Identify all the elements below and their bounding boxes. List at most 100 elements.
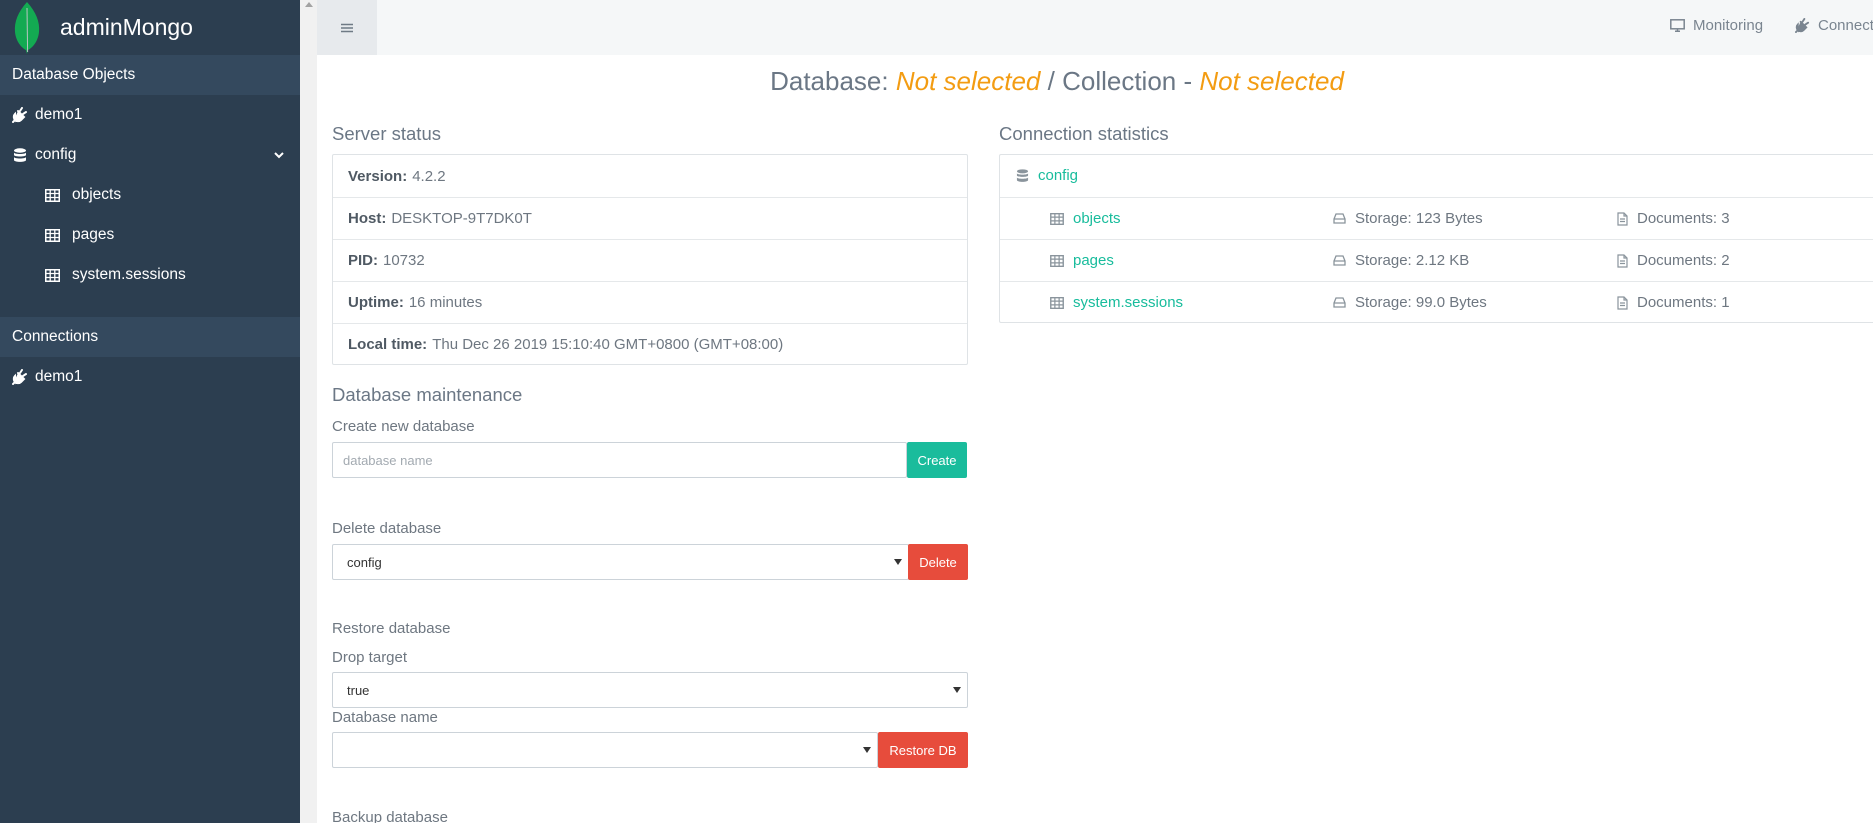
chevron-down-icon[interactable] [272, 148, 286, 162]
database-icon [12, 147, 28, 163]
drop-target-select[interactable]: true [332, 672, 968, 708]
status-row-uptime: Uptime: 16 minutes [333, 281, 967, 323]
sidebar-item-objects[interactable]: objects [0, 175, 300, 215]
collection-link[interactable]: pages [1073, 252, 1114, 269]
monitor-icon [1670, 19, 1685, 32]
restore-database-select[interactable] [332, 732, 878, 768]
mongodb-leaf-logo [14, 1, 40, 54]
status-row-host: Host: DESKTOP-9T7DK0T [333, 197, 967, 239]
database-link[interactable]: config [1038, 167, 1078, 184]
monitoring-link[interactable]: Monitoring [1670, 17, 1763, 34]
documents-cell: Documents: 1 [1617, 294, 1730, 311]
delete-database-select[interactable]: config [332, 544, 909, 580]
delete-button[interactable]: Delete [908, 544, 968, 580]
collection-row: objects Storage: 123 Bytes Documents: 3 [1000, 197, 1873, 239]
status-key: Host: [348, 210, 387, 227]
table-icon [1050, 296, 1064, 309]
status-row-version: Version: 4.2.2 [333, 155, 967, 197]
page-title: Database: Not selected / Collection - No… [317, 66, 1797, 97]
status-value: 16 minutes [408, 294, 483, 311]
collection-label: Collection - [1062, 66, 1193, 96]
sidebar-item-config[interactable]: config [0, 135, 300, 175]
database-name-input[interactable] [332, 442, 907, 478]
collection-link[interactable]: system.sessions [1073, 294, 1183, 311]
select-value: config [347, 554, 382, 570]
database-icon [1016, 168, 1029, 182]
sidebar-item-label: objects [72, 186, 122, 203]
status-row-local-time: Local time: Thu Dec 26 2019 15:10:40 GMT+… [333, 323, 967, 365]
table-icon [44, 187, 60, 203]
database-row: config [1000, 155, 1873, 197]
collection-value: Not selected [1199, 66, 1344, 96]
title-separator: / [1047, 66, 1055, 96]
collection-cell: pages [1050, 252, 1114, 269]
plug-icon [12, 107, 28, 123]
caret-down-icon [894, 559, 902, 565]
top-navbar: Monitoring Connections [317, 0, 1873, 55]
storage-value: Storage: 123 Bytes [1355, 210, 1483, 227]
document-icon [1617, 253, 1628, 268]
sidebar-item-pages[interactable]: pages [0, 215, 300, 255]
hdd-icon [1333, 297, 1346, 308]
storage-value: Storage: 2.12 KB [1355, 252, 1470, 269]
create-db-label: Create new database [332, 418, 475, 435]
sidebar-connection-demo1[interactable]: demo1 [0, 357, 300, 397]
status-row-pid: PID: 10732 [333, 239, 967, 281]
status-value: 10732 [383, 252, 425, 269]
server-status-panel: Version: 4.2.2 Host: DESKTOP-9T7DK0T PID: 1… [332, 154, 968, 365]
status-value: 4.2.2 [412, 167, 446, 185]
brand-title: adminMongo [60, 14, 193, 40]
create-button[interactable]: Create [907, 442, 967, 478]
documents-value: Documents: 2 [1637, 252, 1730, 269]
delete-db-label: Delete database [332, 520, 442, 537]
caret-down-icon [953, 687, 961, 693]
drop-target-label: Drop target [332, 649, 408, 666]
status-key: PID: [348, 252, 378, 269]
restore-db-button[interactable]: Restore DB [878, 732, 968, 768]
hamburger-icon [341, 23, 353, 32]
hdd-icon [1333, 213, 1346, 224]
storage-cell: Storage: 99.0 Bytes [1333, 294, 1487, 311]
sidebar-item-demo1[interactable]: demo1 [0, 95, 300, 135]
sidebar-item-label: demo1 [35, 106, 83, 123]
scroll-up-icon[interactable] [305, 2, 313, 7]
connections-link[interactable]: Connections [1795, 17, 1873, 34]
connection-statistics-title: Connection statistics [999, 123, 1169, 144]
sidebar-item-label: demo1 [35, 368, 83, 385]
server-status-title: Server status [332, 123, 441, 144]
collection-cell: system.sessions [1050, 294, 1183, 311]
table-icon [44, 227, 60, 243]
status-key: Local time: [348, 336, 428, 353]
storage-cell: Storage: 2.12 KB [1333, 252, 1469, 269]
documents-value: Documents: 3 [1637, 210, 1730, 227]
plug-icon [12, 369, 28, 385]
collection-row: pages Storage: 2.12 KB Documents: 2 [1000, 239, 1873, 281]
plug-icon [1795, 18, 1810, 33]
database-name-label: Database name [332, 709, 438, 726]
documents-cell: Documents: 3 [1617, 210, 1730, 227]
table-icon [1050, 254, 1064, 267]
collection-link[interactable]: objects [1073, 210, 1121, 227]
documents-cell: Documents: 2 [1617, 252, 1730, 269]
status-value: Thu Dec 26 2019 15:10:40 GMT+0800 (GMT+0… [432, 336, 784, 353]
connection-statistics-panel: config objects Storage: 123 Bytes Docume… [999, 154, 1873, 323]
backup-db-label: Backup database [332, 809, 448, 823]
database-label: Database: [770, 66, 889, 96]
brand[interactable]: adminMongo [0, 0, 300, 55]
scrollbar[interactable] [300, 0, 317, 823]
table-icon [44, 267, 60, 283]
storage-cell: Storage: 123 Bytes [1333, 210, 1483, 227]
hdd-icon [1333, 255, 1346, 266]
database-value: Not selected [895, 66, 1041, 96]
monitoring-label: Monitoring [1693, 17, 1764, 34]
sidebar-item-label: pages [72, 226, 115, 243]
menu-toggle-button[interactable] [317, 0, 377, 55]
sidebar-item-system-sessions[interactable]: system.sessions [0, 255, 300, 295]
caret-down-icon [863, 747, 871, 753]
status-key: Version: [348, 167, 408, 185]
storage-value: Storage: 99.0 Bytes [1355, 294, 1487, 311]
sidebar: adminMongo Database Objects demo1 config… [0, 0, 300, 823]
status-value: DESKTOP-9T7DK0T [391, 210, 532, 227]
collection-cell: objects [1050, 210, 1121, 227]
documents-value: Documents: 1 [1637, 294, 1730, 311]
